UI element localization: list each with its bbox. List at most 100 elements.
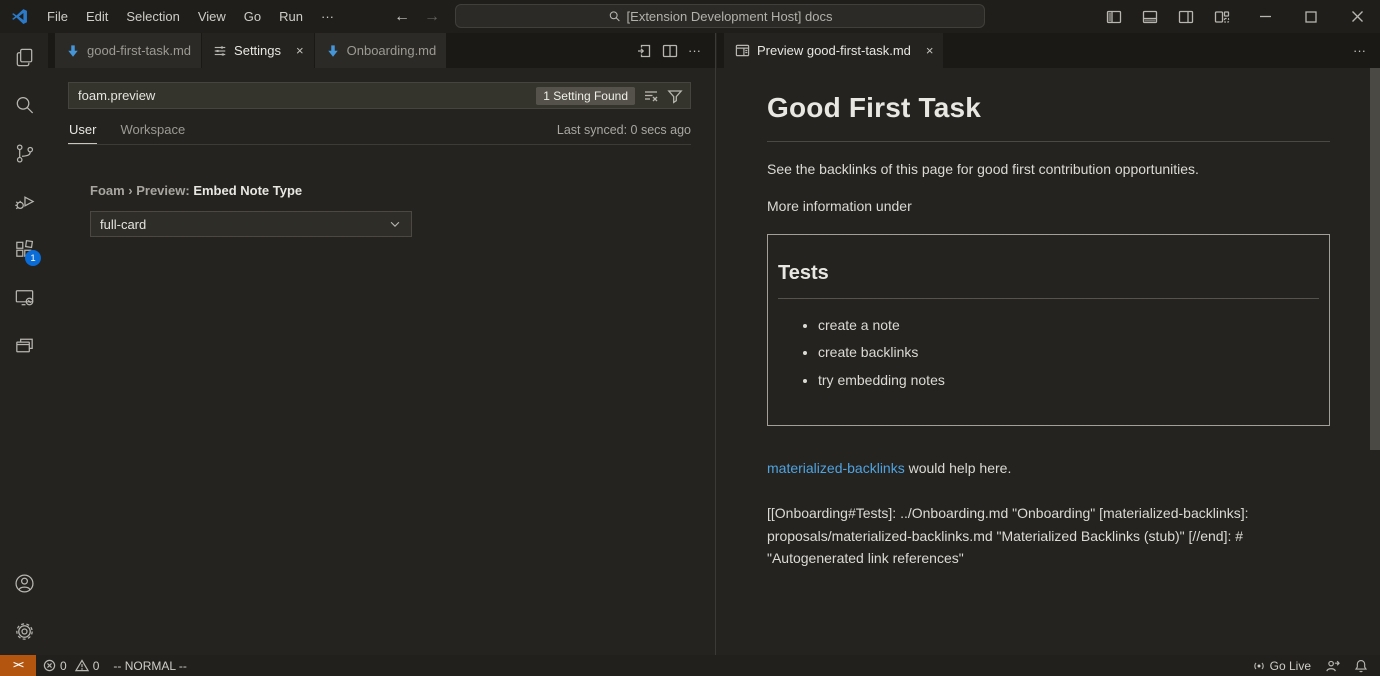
titlebar: File Edit Selection View Go Run ··· ← → … (0, 0, 1380, 33)
menu-run[interactable]: Run (270, 5, 312, 28)
problems-status[interactable]: 0 0 (36, 655, 106, 676)
sidebar-item-explorer[interactable] (0, 33, 48, 81)
editor-group-right: Preview good-first-task.md × ··· Good Fi… (717, 33, 1380, 655)
chevron-down-icon (388, 217, 402, 231)
menu-overflow[interactable]: ··· (312, 5, 343, 28)
right-tabstrip: Preview good-first-task.md × ··· (717, 33, 1380, 68)
sidebar-item-run-debug[interactable] (0, 177, 48, 225)
tab-label: good-first-task.md (87, 43, 191, 58)
tab-close-icon[interactable]: × (926, 43, 934, 58)
status-bar: >< 0 0 -- NORMAL -- Go Live (0, 655, 1380, 676)
embed-note-list: create a note create backlinks try embed… (778, 315, 1319, 390)
search-icon (13, 94, 36, 117)
right-tabstrip-actions: ··· (1353, 33, 1380, 68)
setting-title: Foam › Preview: Embed Note Type (90, 183, 715, 198)
windows-icon (13, 334, 36, 357)
markdown-file-icon (326, 44, 340, 58)
editor-group-left: good-first-task.md Settings × Onboarding… (48, 33, 716, 655)
tab-good-first-task[interactable]: good-first-task.md (55, 33, 202, 68)
settings-search-input[interactable]: foam.preview 1 Setting Found (68, 82, 691, 109)
list-item: create a note (818, 315, 1319, 335)
sidebar-item-settings[interactable] (0, 607, 48, 655)
embed-note-type-select[interactable]: full-card (90, 211, 412, 237)
open-preview-icon (735, 43, 750, 58)
setting-label: Embed Note Type (193, 183, 302, 198)
search-icon (608, 10, 621, 23)
list-item: create backlinks (818, 342, 1319, 362)
extensions-badge: 1 (25, 250, 41, 266)
open-settings-json-icon[interactable] (636, 43, 652, 59)
sidebar-item-remote-explorer[interactable] (0, 273, 48, 321)
warning-count: 0 (93, 659, 100, 673)
embed-note-heading: Tests (778, 259, 1319, 299)
tab-label: Onboarding.md (347, 43, 437, 58)
tab-label: Preview good-first-task.md (757, 43, 911, 58)
toggle-primary-sidebar-icon[interactable] (1098, 4, 1130, 30)
warning-icon (75, 659, 89, 672)
scope-tab-user[interactable]: User (68, 116, 97, 144)
files-icon (13, 46, 36, 69)
materialized-backlinks-link[interactable]: materialized-backlinks (767, 460, 905, 476)
navigate-forward-icon: → (424, 8, 440, 26)
sidebar-item-extensions[interactable]: 1 (0, 225, 48, 273)
menu-edit[interactable]: Edit (77, 5, 117, 28)
more-actions-icon[interactable]: ··· (688, 43, 701, 58)
toggle-secondary-sidebar-icon[interactable] (1170, 4, 1202, 30)
window-title-text: [Extension Development Host] docs (627, 9, 833, 24)
sync-status: Last synced: 0 secs ago (557, 123, 691, 137)
clear-search-results-icon[interactable] (643, 88, 659, 104)
customize-layout-icon[interactable] (1206, 4, 1238, 30)
scope-tab-workspace[interactable]: Workspace (119, 116, 186, 143)
menu-selection[interactable]: Selection (117, 5, 188, 28)
settings-tune-icon (213, 44, 227, 58)
select-value: full-card (100, 217, 146, 232)
tab-label: Settings (234, 43, 281, 58)
link-references-paragraph: [[Onboarding#Tests]: ../Onboarding.md "O… (767, 502, 1327, 570)
more-actions-icon[interactable]: ··· (1353, 43, 1366, 58)
tab-settings[interactable]: Settings × (202, 33, 315, 68)
menu-view[interactable]: View (189, 5, 235, 28)
vscode-logo-icon (11, 8, 28, 25)
sidebar-item-accounts[interactable] (0, 559, 48, 607)
left-tabstrip-actions: ··· (636, 33, 715, 68)
remote-indicator[interactable]: >< (0, 655, 36, 676)
tabstrip-pad (717, 33, 724, 68)
sidebar-item-windows[interactable] (0, 321, 48, 369)
minimize-icon[interactable] (1242, 0, 1288, 33)
preview-paragraph: See the backlinks of this page for good … (767, 159, 1330, 179)
error-icon (43, 659, 56, 672)
source-control-icon (13, 142, 36, 165)
activity-bar-spacer (0, 369, 48, 559)
preview-scrollbar[interactable] (1370, 68, 1380, 450)
toggle-panel-icon[interactable] (1134, 4, 1166, 30)
menu-file[interactable]: File (38, 5, 77, 28)
sidebar-item-source-control[interactable] (0, 129, 48, 177)
list-item: try embedding notes (818, 370, 1319, 390)
notifications-button[interactable] (1347, 659, 1380, 673)
tabstrip-pad (48, 33, 55, 68)
feedback-button[interactable] (1318, 659, 1347, 673)
settings-scope-row: User Workspace Last synced: 0 secs ago (68, 115, 691, 145)
sidebar-item-search[interactable] (0, 81, 48, 129)
left-tabstrip: good-first-task.md Settings × Onboarding… (48, 33, 715, 68)
maximize-icon[interactable] (1288, 0, 1334, 33)
go-live-button[interactable]: Go Live (1245, 659, 1318, 673)
tab-close-icon[interactable]: × (296, 43, 304, 58)
tab-onboarding[interactable]: Onboarding.md (315, 33, 448, 68)
setting-category: Foam › Preview: (90, 183, 193, 198)
account-icon (13, 572, 36, 595)
filter-icon[interactable] (667, 88, 683, 104)
close-icon[interactable] (1334, 0, 1380, 33)
navigate-back-icon[interactable]: ← (394, 8, 410, 26)
command-center-search[interactable]: [Extension Development Host] docs (455, 4, 985, 28)
preview-link-line: materialized-backlinks would help here. (767, 458, 1330, 478)
bell-icon (1354, 659, 1368, 673)
tab-preview-good-first-task[interactable]: Preview good-first-task.md × (724, 33, 944, 68)
split-editor-icon[interactable] (662, 43, 678, 59)
remote-explorer-icon (13, 286, 36, 309)
menu-go[interactable]: Go (235, 5, 270, 28)
go-live-label: Go Live (1270, 659, 1311, 673)
settings-search-value: foam.preview (78, 88, 155, 103)
vim-mode-status[interactable]: -- NORMAL -- (106, 655, 194, 676)
preview-heading: Good First Task (767, 88, 1330, 142)
